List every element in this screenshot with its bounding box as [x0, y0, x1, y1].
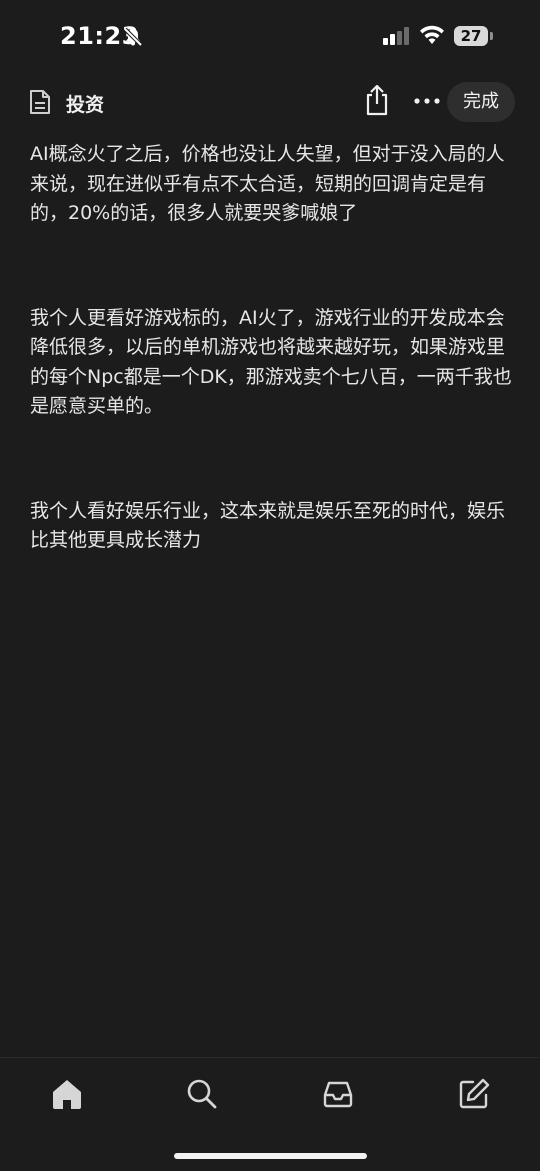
inbox-icon[interactable]: [320, 1076, 356, 1112]
note-body[interactable]: AI概念火了之后，价格也没让人失望，但对于没入局的人来说，现在进似乎有点不太合适…: [30, 140, 512, 556]
home-indicator[interactable]: [174, 1153, 367, 1159]
status-bar: 21:23 27: [0, 0, 540, 72]
battery-indicator: 27: [454, 26, 494, 46]
more-icon[interactable]: [414, 88, 440, 114]
note-paragraph[interactable]: 我个人看好娱乐行业，这本来就是娱乐至死的时代，娱乐比其他更具成长潜力: [30, 497, 512, 556]
search-icon[interactable]: [184, 1076, 220, 1112]
wifi-icon: [420, 25, 444, 44]
note-title: 投资: [66, 94, 105, 116]
note-paragraph[interactable]: AI概念火了之后，价格也没让人失望，但对于没入局的人来说，现在进似乎有点不太合适…: [30, 140, 512, 229]
battery-level: 27: [454, 26, 488, 46]
silent-bell-icon: [123, 27, 143, 47]
home-icon[interactable]: [49, 1076, 85, 1112]
battery-tip: [490, 32, 493, 40]
document-icon: [30, 90, 50, 114]
cellular-signal-icon: [383, 27, 409, 45]
compose-icon[interactable]: [456, 1076, 492, 1112]
note-paragraph[interactable]: 我个人更看好游戏标的，AI火了，游戏行业的开发成本会降低很多，以后的单机游戏也将…: [30, 304, 512, 422]
note-header: 投资 完成: [0, 80, 540, 126]
done-button[interactable]: 完成: [447, 82, 515, 122]
share-icon[interactable]: [364, 84, 390, 116]
